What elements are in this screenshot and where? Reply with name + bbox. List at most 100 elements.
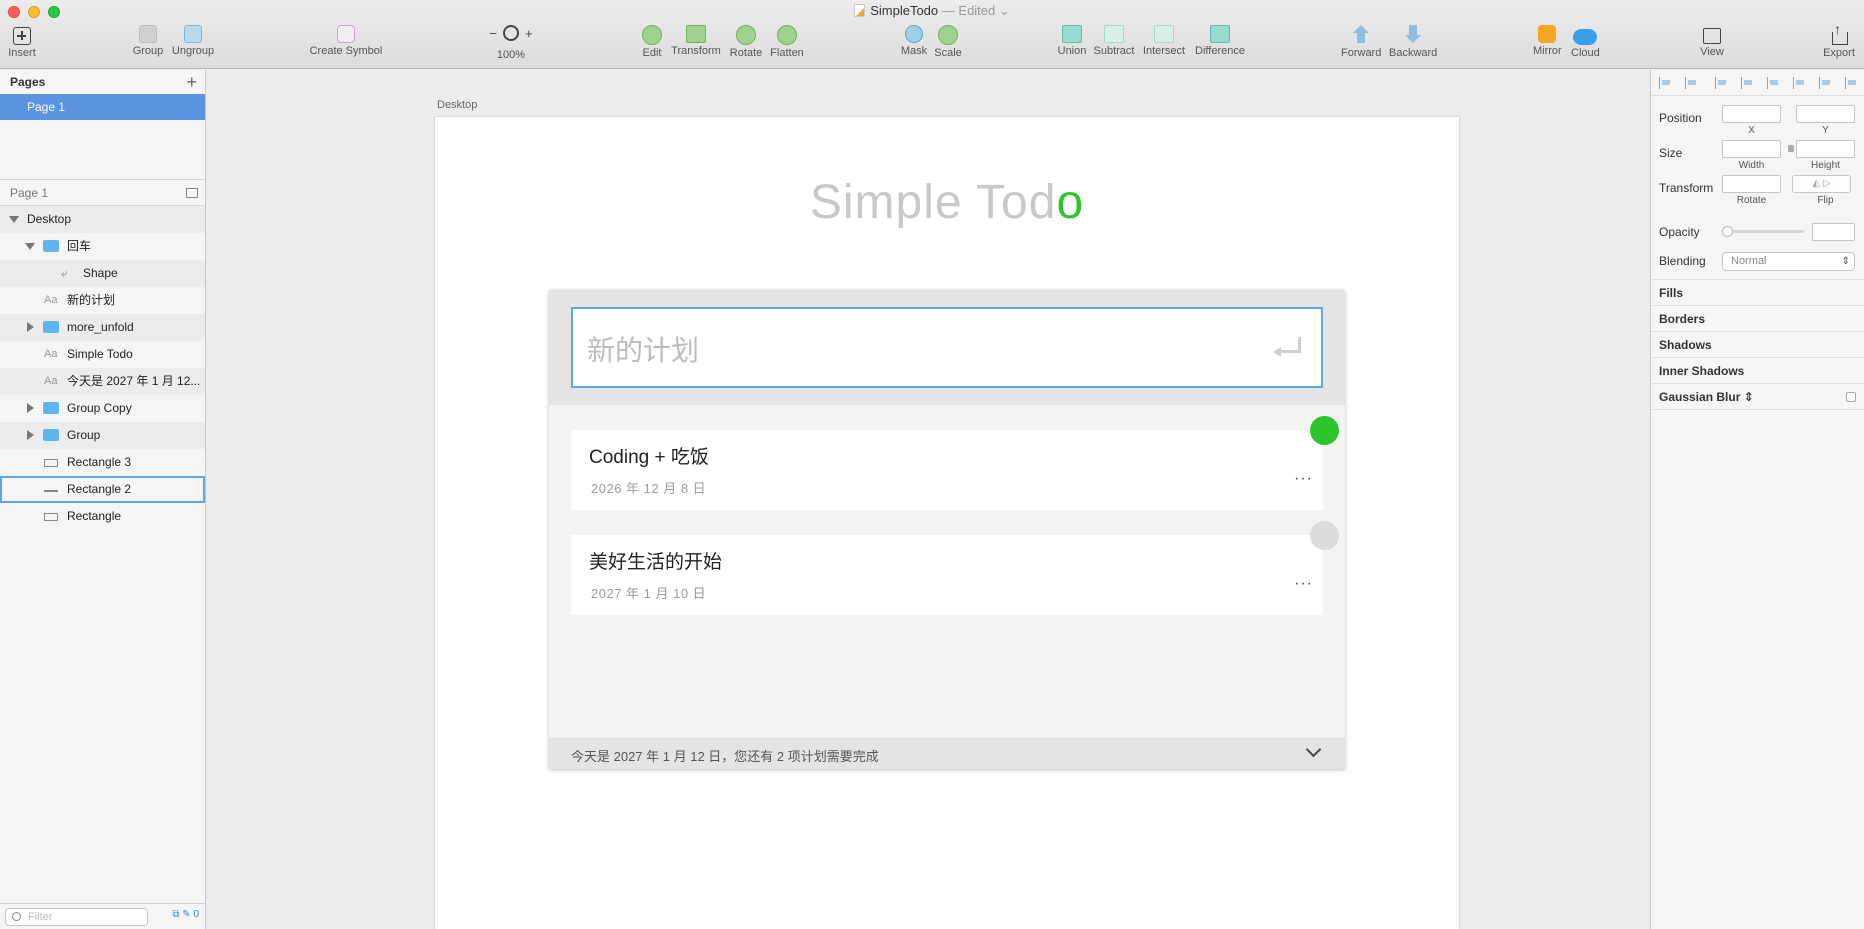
todo-item[interactable]: Coding + 吃饭 2026 年 12 月 8 日 ··· [571,430,1323,510]
layer-shape[interactable]: ⤶ Shape [0,260,205,287]
enter-icon[interactable] [1273,337,1301,357]
align-center-icon[interactable] [1741,77,1753,89]
view-label: View [1700,46,1724,58]
disclosure-closed-icon[interactable] [27,403,34,413]
union-button[interactable]: Union [1057,25,1087,65]
width-field[interactable] [1722,140,1781,158]
shadows-section[interactable]: Shadows [1651,332,1864,358]
layer-group-copy[interactable]: Group Copy [0,395,205,422]
page-item[interactable]: Page 1 [0,94,205,120]
artboard-label[interactable]: Desktop [437,99,477,111]
disclosure-closed-icon[interactable] [27,430,34,440]
cloud-icon [1573,29,1597,45]
todo-title: 美好生活的开始 [589,552,723,573]
layer-rectangle-2[interactable]: Rectangle 2 [0,476,205,503]
align-bottom-icon[interactable] [1845,77,1857,89]
borders-section[interactable]: Borders [1651,306,1864,332]
artboard-desktop[interactable]: Simple Todo 新的计划 Coding + 吃饭 2026 年 12 月… [435,117,1459,929]
add-page-button[interactable]: + [186,70,197,94]
align-right-icon[interactable] [1767,77,1779,89]
zoom-out-button[interactable]: − [489,26,497,41]
mask-button[interactable]: Mask [900,25,928,65]
lock-icon[interactable] [1788,145,1794,152]
mirror-button[interactable]: Mirror [1533,25,1562,65]
view-button[interactable]: View [1699,25,1725,65]
gaussian-blur-label[interactable]: Gaussian Blur ⇕ [1659,390,1754,404]
distribute-horizontal-icon[interactable] [1659,77,1671,89]
mirror-label: Mirror [1533,45,1562,57]
union-label: Union [1057,45,1087,57]
inner-shadows-section[interactable]: Inner Shadows [1651,358,1864,384]
x-field[interactable] [1722,105,1781,123]
canvas[interactable]: Desktop Simple Todo 新的计划 Coding + 吃饭 202… [207,70,1649,929]
fills-section[interactable]: Fills [1651,280,1864,306]
summary-text: 今天是 2027 年 1 月 12 日，您还有 2 项计划需要完成 [571,749,879,764]
insert-button[interactable]: Insert [8,25,36,65]
chevron-down-icon[interactable] [1305,741,1322,758]
more-options-icon[interactable]: ··· [1294,470,1313,488]
collapse-layers-icon[interactable] [186,188,198,198]
text-layer-icon: Aa [44,375,58,387]
edited-indicator[interactable]: — Edited ⌄ [942,3,1010,18]
blending-select[interactable]: Normal [1722,252,1855,271]
layer-desktop[interactable]: Desktop [0,206,205,233]
group-icon [139,25,157,43]
disclosure-closed-icon[interactable] [27,322,34,332]
layer-text-today[interactable]: Aa 今天是 2027 年 1 月 12... [0,368,205,395]
intersect-button[interactable]: Intersect [1142,25,1186,65]
scale-button[interactable]: Scale [934,25,962,65]
gaussian-blur-section[interactable]: Gaussian Blur ⇕ [1651,384,1864,410]
opacity-slider-knob[interactable] [1722,226,1733,237]
edit-button[interactable]: Edit [640,25,664,65]
todo-card[interactable]: 新的计划 Coding + 吃饭 2026 年 12 月 8 日 ··· 美好生… [549,290,1345,769]
layer-text-new-plan[interactable]: Aa 新的计划 [0,287,205,314]
rectangle-icon [44,513,58,521]
new-plan-input[interactable]: 新的计划 [571,307,1323,388]
align-middle-icon[interactable] [1819,77,1831,89]
layer-group-more-unfold[interactable]: more_unfold [0,314,205,341]
distribute-vertical-icon[interactable] [1685,77,1697,89]
flatten-button[interactable]: Flatten [769,25,805,65]
rotate-field[interactable] [1722,175,1781,193]
symbols-filter-button[interactable]: ⧉ ✎ 0 [172,909,199,920]
y-field[interactable] [1796,105,1855,123]
disclosure-open-icon[interactable] [25,243,35,250]
y-label: Y [1822,125,1829,136]
layer-group[interactable]: Group [0,422,205,449]
flip-buttons[interactable]: ◭ ▷ [1792,175,1851,193]
rotate-icon [736,25,756,45]
subtract-button[interactable]: Subtract [1093,25,1135,65]
ungroup-button[interactable]: Ungroup [170,25,216,65]
group-button[interactable]: Group [130,25,166,65]
gaussian-blur-checkbox[interactable] [1846,392,1856,402]
export-button[interactable]: Export [1823,21,1855,65]
height-field[interactable] [1796,140,1855,158]
disclosure-open-icon[interactable] [9,216,19,223]
opacity-slider[interactable] [1722,226,1804,237]
opacity-field[interactable] [1812,223,1855,241]
app-title[interactable]: Simple Todo [435,175,1459,230]
backward-button[interactable]: Backward [1389,25,1437,65]
cloud-button[interactable]: Cloud [1571,25,1600,65]
align-left-icon[interactable] [1715,77,1727,89]
document-name: SimpleTodo [870,3,939,18]
folder-icon [43,402,59,414]
layer-group-enter[interactable]: 回车 [0,233,205,260]
filter-input[interactable]: Filter [5,908,148,926]
todo-item[interactable]: 美好生活的开始 2027 年 1 月 10 日 ··· [571,535,1323,615]
zoom-in-button[interactable]: + [525,26,533,41]
align-top-icon[interactable] [1793,77,1805,89]
more-options-icon[interactable]: ··· [1294,575,1313,593]
create-symbol-button[interactable]: Create Symbol [308,25,384,65]
edit-icon [642,25,662,45]
zoom-control[interactable]: − + 100% [480,25,542,65]
forward-button[interactable]: Forward [1341,25,1381,65]
layer-rectangle-3[interactable]: Rectangle 3 [0,449,205,476]
rotate-button[interactable]: Rotate [729,25,763,65]
layer-rectangle[interactable]: Rectangle [0,503,205,530]
transform-button[interactable]: Transform [671,25,721,65]
status-done-dot[interactable] [1310,416,1339,445]
layer-text-simple-todo[interactable]: Aa Simple Todo [0,341,205,368]
status-pending-dot[interactable] [1310,521,1339,550]
difference-button[interactable]: Difference [1194,25,1246,65]
